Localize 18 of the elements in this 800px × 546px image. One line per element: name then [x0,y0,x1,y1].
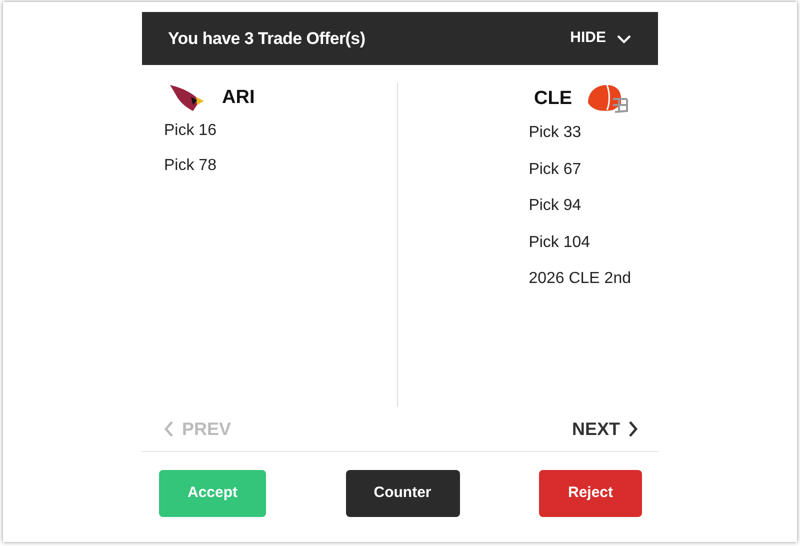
draft-pick: Pick 16 [164,121,216,141]
bird-icon [169,83,205,113]
next-button[interactable]: NEXT [572,416,638,442]
draft-pick: Pick 33 [528,123,582,143]
team-name: CLE [534,86,572,111]
draft-pick: Pick 104 [528,232,590,252]
team-name: ARI [222,86,255,110]
panel-title: You have 3 Trade Offer(s) [168,28,366,50]
draft-pick: Pick 78 [164,156,216,176]
hide-button[interactable]: HIDE [570,27,632,50]
draft-pick: Pick 67 [528,160,582,180]
helmet-icon [586,83,630,115]
chevron-down-icon[interactable] [616,34,632,44]
chevron-right-icon[interactable] [628,421,638,437]
draft-pick: Pick 94 [528,196,582,216]
counter-button[interactable]: Counter [346,470,460,517]
reject-button[interactable]: Reject [539,470,642,517]
draft-pick: 2026 CLE 2nd [528,269,631,289]
